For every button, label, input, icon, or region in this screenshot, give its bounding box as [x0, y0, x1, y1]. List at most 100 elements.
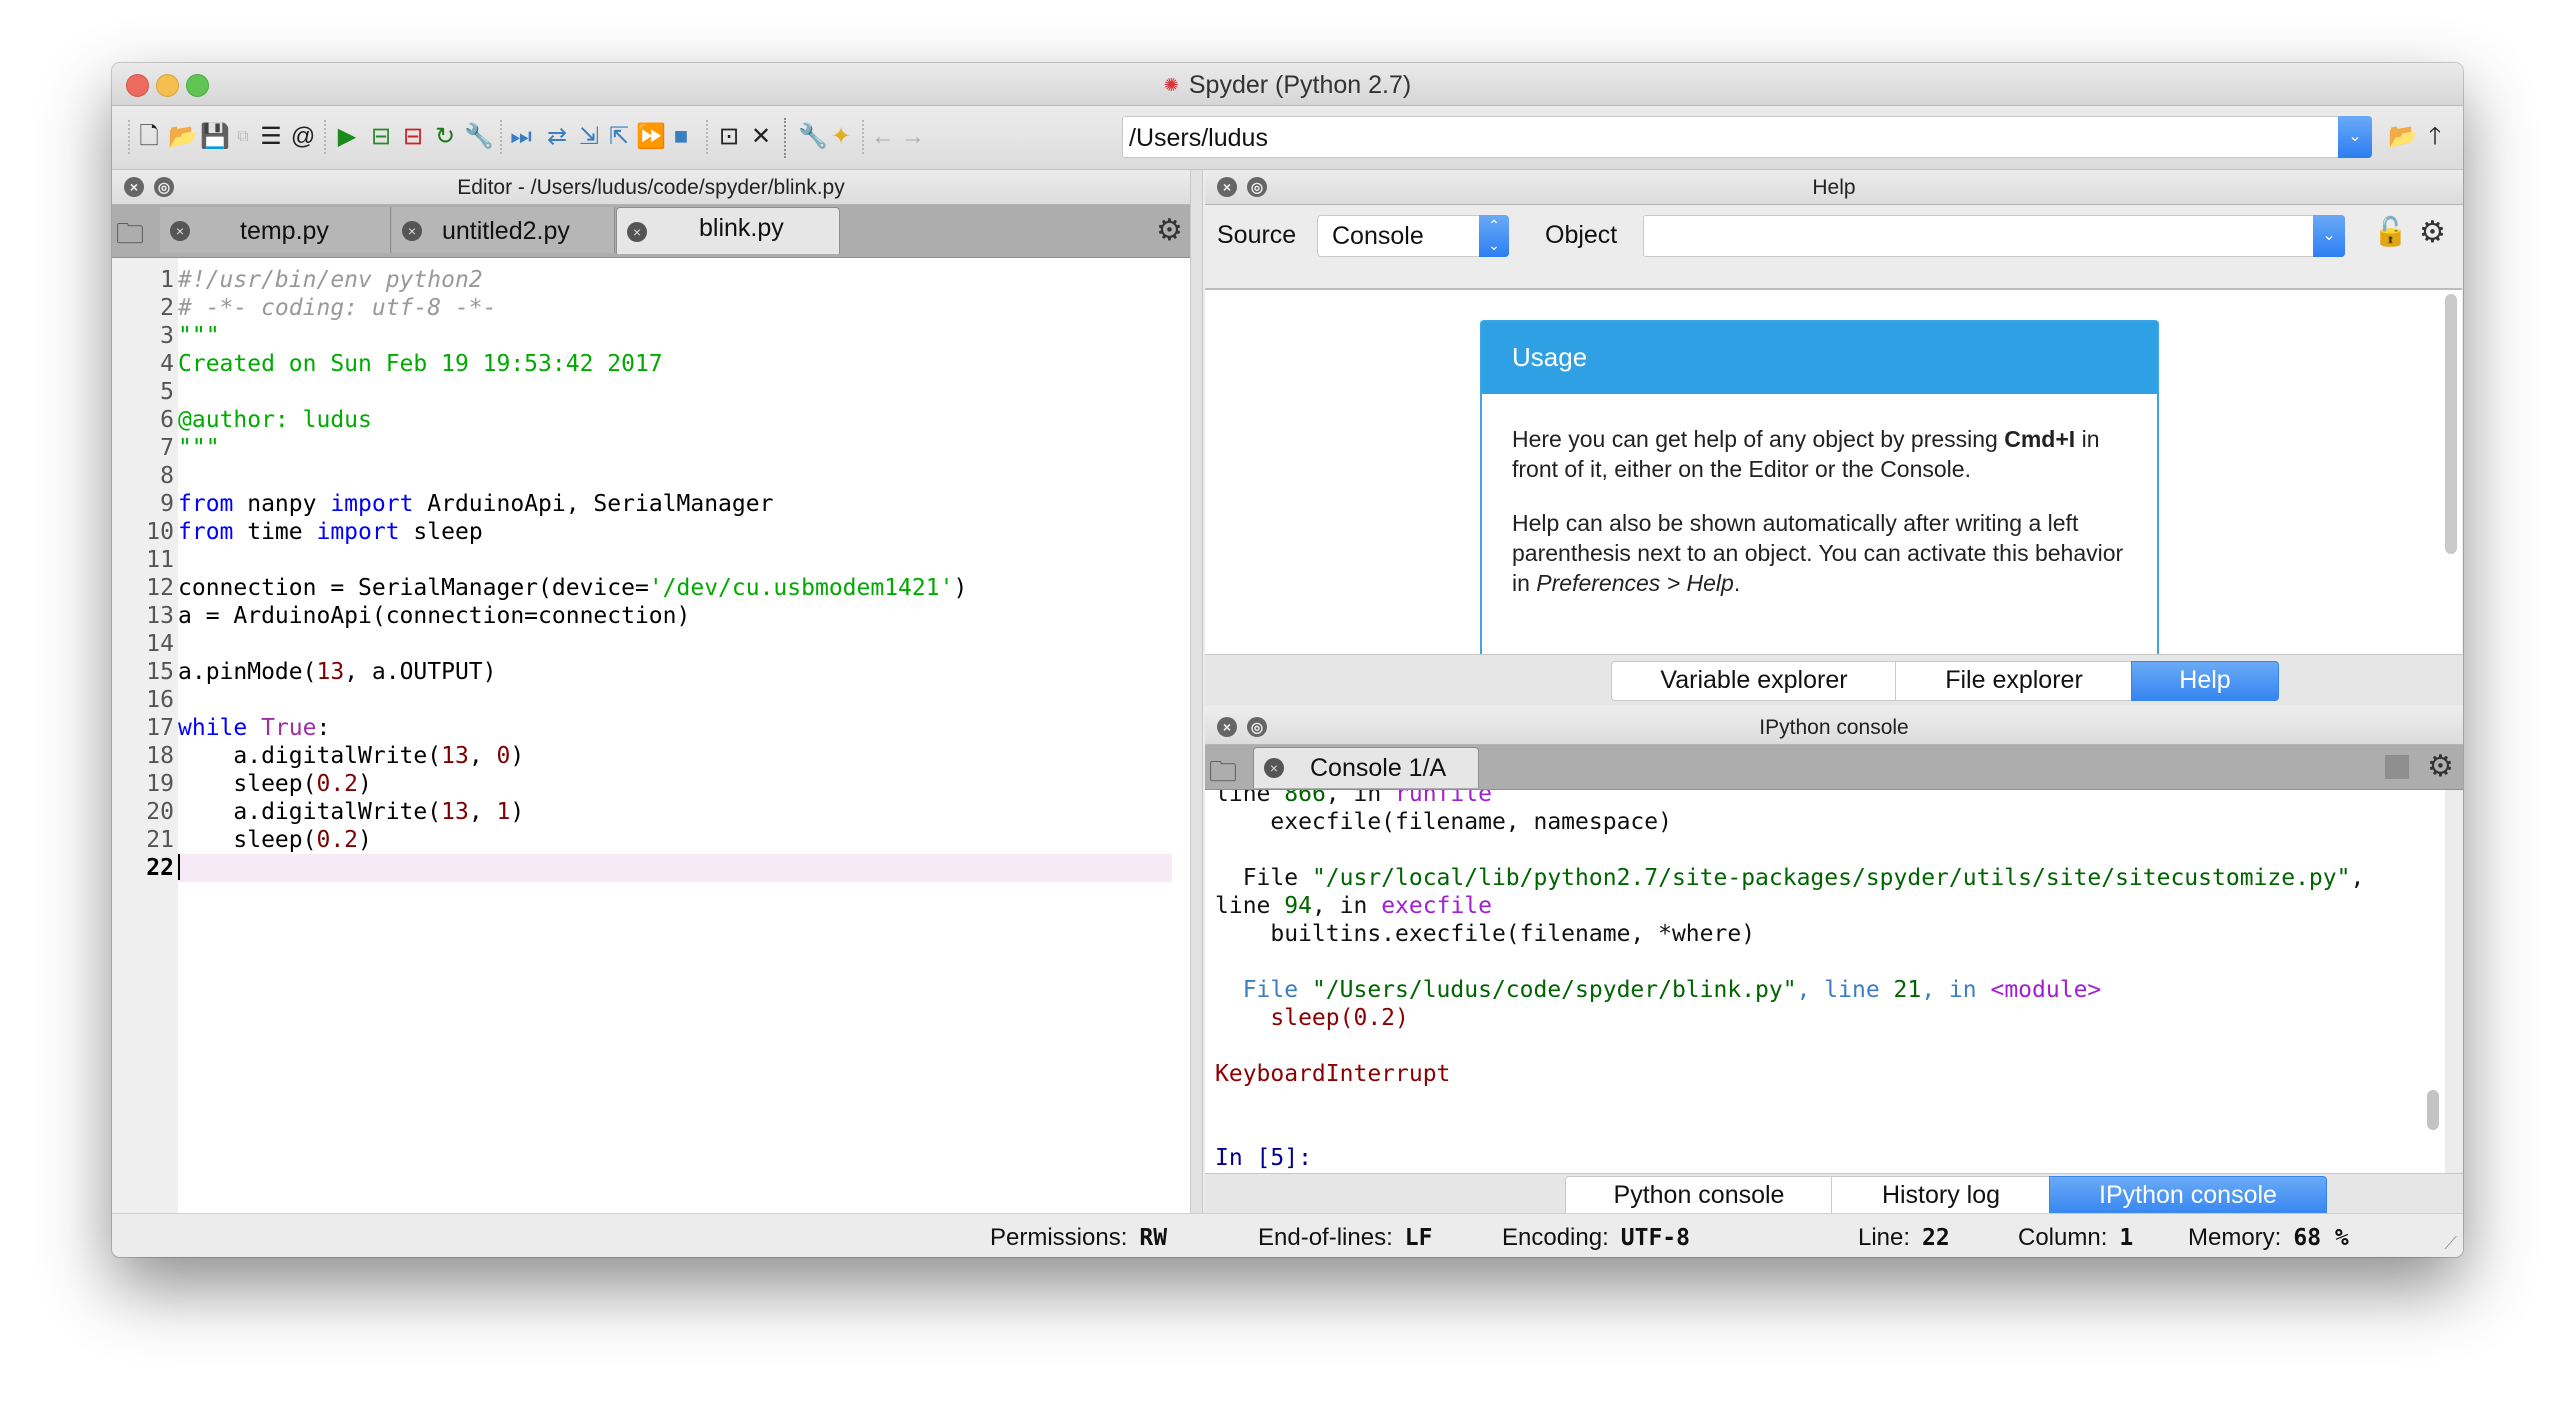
code-line[interactable]: 17 while True:: [112, 714, 967, 742]
status-value: RW: [1139, 1225, 1168, 1251]
arrow-up-icon[interactable]: 🡑: [2422, 124, 2448, 150]
step-into-icon[interactable]: ⇲: [576, 124, 602, 150]
back-arrow-icon[interactable]: ←: [870, 124, 896, 150]
code-line[interactable]: 13 a = ArduinoApi(connection=connection): [112, 602, 967, 630]
tab-ipython-console[interactable]: IPython console: [2049, 1176, 2327, 1216]
code-line[interactable]: 12 connection = SerialManager(device='/de…: [112, 574, 967, 602]
code-line[interactable]: 1 #!/usr/bin/env python2: [112, 266, 967, 294]
rerun-icon[interactable]: ↻: [432, 124, 458, 150]
code-line[interactable]: 4 Created on Sun Feb 19 19:53:42 2017: [112, 350, 967, 378]
forward-arrow-icon[interactable]: →: [900, 124, 926, 150]
editor-tab-bar: 🗀 × temp.py × untitled2.py × blink.py ⚙: [112, 205, 1190, 258]
save-file-icon[interactable]: 💾: [200, 124, 230, 150]
code-line[interactable]: 10 from time import sleep: [112, 518, 967, 546]
folder-open-icon[interactable]: 📂: [2388, 124, 2418, 150]
code-line[interactable]: 16: [112, 686, 967, 714]
gear-icon[interactable]: ⚙: [2419, 215, 2446, 250]
browse-tabs-folder-icon[interactable]: 🗀: [116, 213, 144, 261]
pane-splitter[interactable]: [1190, 170, 1203, 1213]
code-lines[interactable]: 1 #!/usr/bin/env python2 2 # -*- coding: ut…: [112, 266, 1172, 882]
code-line[interactable]: 19 sleep(0.2): [112, 770, 967, 798]
spyder-logo-icon: ✺: [1163, 75, 1179, 95]
close-tab-icon[interactable]: ×: [1264, 758, 1284, 778]
working-directory-value[interactable]: /Users/ludus: [1129, 124, 1268, 153]
code-line[interactable]: 18 a.digitalWrite(13, 0): [112, 742, 967, 770]
step-icon[interactable]: ⇄: [544, 124, 570, 150]
toolbar-grip[interactable]: [324, 120, 330, 154]
code-line[interactable]: 20 a.digitalWrite(13, 1): [112, 798, 967, 826]
close-tab-icon[interactable]: ×: [402, 221, 422, 241]
run-icon[interactable]: ▶: [334, 124, 360, 150]
code-line[interactable]: 5: [112, 378, 967, 406]
code-line[interactable]: 21 sleep(0.2): [112, 826, 967, 854]
tab-history-log[interactable]: History log: [1831, 1176, 2051, 1216]
line-number: 1: [160, 267, 174, 293]
run-cell-advance-icon[interactable]: ⊟: [400, 124, 426, 150]
code-line[interactable]: 22: [112, 854, 1172, 882]
code-line[interactable]: 11: [112, 546, 967, 574]
toolbar-grip[interactable]: [862, 120, 868, 154]
toolbar-grip[interactable]: [128, 120, 134, 154]
editor-tab-temp[interactable]: × temp.py: [160, 207, 391, 253]
save-all-icon[interactable]: ⧉: [230, 124, 256, 150]
fullscreen-icon[interactable]: ✕: [748, 124, 774, 150]
console-token: 5: [1270, 1145, 1285, 1171]
working-directory-combo[interactable]: /Users/ludus ⌄: [1122, 116, 2372, 158]
console-scrollbar[interactable]: [2427, 1090, 2439, 1130]
gear-icon[interactable]: ⚙: [2427, 749, 2454, 784]
console-lines[interactable]: line 866, in runfile execfile(filename, …: [1215, 790, 2364, 1172]
code-line[interactable]: 14: [112, 630, 967, 658]
tab-file-explorer[interactable]: File explorer: [1895, 661, 2133, 701]
run-config-icon[interactable]: 🔧: [464, 124, 494, 150]
close-tab-icon[interactable]: ×: [170, 221, 190, 241]
tab-variable-explorer[interactable]: Variable explorer: [1611, 661, 1897, 701]
code-line[interactable]: 2 # -*- coding: utf-8 -*-: [112, 294, 967, 322]
updown-chevron-icon[interactable]: ⌃ ⌄: [1479, 215, 1509, 257]
debug-icon[interactable]: ⏭: [508, 124, 534, 150]
console-token: , in: [1921, 977, 1991, 1003]
status-encoding: Encoding: UTF-8: [1502, 1224, 1690, 1252]
open-file-icon[interactable]: 📂: [168, 124, 198, 150]
editor-tab-untitled2[interactable]: × untitled2.py: [392, 207, 615, 253]
toolbar-grip[interactable]: [706, 120, 712, 154]
stop-debug-icon[interactable]: ■: [668, 124, 694, 150]
console-token: File: [1215, 865, 1312, 891]
run-cell-icon[interactable]: ⊟: [368, 124, 394, 150]
new-file-icon[interactable]: 🗋: [136, 124, 162, 150]
console-tab[interactable]: × Console 1/A: [1253, 747, 1479, 788]
object-combo[interactable]: ⌄: [1643, 215, 2345, 257]
code-line[interactable]: 9 from nanpy import ArduinoApi, SerialMan…: [112, 490, 967, 518]
editor-tab-blink[interactable]: × blink.py: [616, 207, 840, 254]
code-line[interactable]: 7 """: [112, 434, 967, 462]
chevron-down-icon[interactable]: ⌄: [2338, 116, 2372, 158]
toolbar-grip[interactable]: [500, 120, 506, 154]
code-editor[interactable]: 1 #!/usr/bin/env python2 2 # -*- coding: ut…: [112, 258, 1190, 1213]
continue-icon[interactable]: ⏩: [636, 124, 666, 150]
preferences-wrench-icon[interactable]: 🔧: [798, 124, 828, 150]
unlock-icon[interactable]: 🔓: [2373, 215, 2408, 248]
maximize-pane-icon[interactable]: ⊡: [716, 124, 742, 150]
status-eol: End-of-lines: LF: [1258, 1224, 1432, 1252]
outline-icon[interactable]: ☰: [258, 124, 284, 150]
stop-kernel-icon[interactable]: [2385, 755, 2409, 779]
resize-grip-icon[interactable]: ⟋: [2444, 1233, 2457, 1254]
code-line[interactable]: 15 a.pinMode(13, a.OUTPUT): [112, 658, 967, 686]
console-output[interactable]: line 866, in runfile execfile(filename, …: [1205, 790, 2445, 1173]
tab-label: untitled2.py: [442, 217, 570, 245]
close-tab-icon[interactable]: ×: [627, 222, 647, 242]
usage-text: Here you can get help of any object by p…: [1512, 426, 2005, 452]
code-line[interactable]: 3 """: [112, 322, 967, 350]
chevron-down-icon[interactable]: ⌄: [2313, 215, 2345, 257]
gear-icon[interactable]: ⚙: [1156, 213, 1183, 248]
usage-header: Usage: [1482, 322, 2157, 394]
tab-python-console[interactable]: Python console: [1565, 1176, 1833, 1216]
code-line[interactable]: 8: [112, 462, 967, 490]
source-select[interactable]: Console ⌃ ⌄: [1317, 215, 1509, 257]
console-token: , in: [1325, 790, 1396, 807]
python-path-icon[interactable]: ✦: [828, 124, 854, 150]
tab-help[interactable]: Help: [2131, 661, 2279, 701]
code-line[interactable]: 6 @author: ludus: [112, 406, 967, 434]
step-return-icon[interactable]: ⇱: [606, 124, 632, 150]
at-icon[interactable]: @: [290, 124, 316, 150]
help-scrollbar[interactable]: [2445, 294, 2457, 554]
